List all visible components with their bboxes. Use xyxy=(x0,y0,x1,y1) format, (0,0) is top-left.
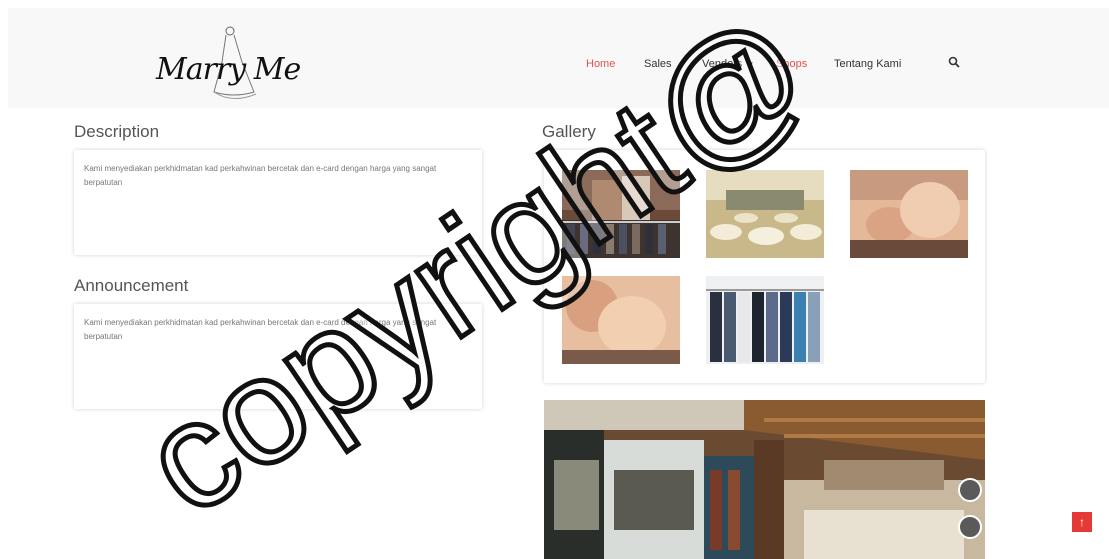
arrow-up-icon[interactable]: ↑ xyxy=(1072,512,1092,532)
gallery-thumb[interactable] xyxy=(850,170,968,258)
gallery-thumb[interactable] xyxy=(562,276,680,364)
gallery-thumb[interactable] xyxy=(706,170,824,258)
gallery-thumb[interactable] xyxy=(706,276,824,364)
panorama-viewer[interactable] xyxy=(544,400,985,559)
gallery-image xyxy=(850,170,968,258)
caret-down-icon: ▼ xyxy=(746,60,755,69)
nav-home[interactable]: Home xyxy=(586,58,615,70)
gallery-image xyxy=(706,170,824,258)
gallery-title: Gallery xyxy=(542,122,596,141)
panorama-image xyxy=(544,400,985,559)
description-card: Kami menyediakan perkhidmatan kad perkah… xyxy=(74,150,482,255)
search-icon[interactable] xyxy=(948,56,960,68)
gallery-image xyxy=(562,170,680,258)
nav-about[interactable]: Tentang Kami xyxy=(834,58,901,70)
logo-text: Marry Me xyxy=(156,52,301,87)
announcement-text: Kami menyediakan perkhidmatan kad perkah… xyxy=(84,318,437,341)
announcement-title: Announcement xyxy=(74,276,189,295)
vr-icon[interactable] xyxy=(958,515,982,539)
nav-vendors-label: Vendors xyxy=(702,58,743,70)
gallery-image xyxy=(562,276,680,364)
nav-vendors[interactable]: Vendors ▼ xyxy=(702,58,754,70)
nav-sales[interactable]: Sales xyxy=(644,58,672,70)
site-header: Marry Me Home Sales Vendors ▼ Shops Tenta… xyxy=(8,8,1109,108)
gallery-image xyxy=(706,276,824,364)
gallery-card xyxy=(544,150,985,383)
gallery-thumb[interactable] xyxy=(562,170,680,258)
description-title: Description xyxy=(74,122,160,141)
nav-shops[interactable]: Shops xyxy=(776,58,807,70)
fullscreen-icon[interactable] xyxy=(958,478,982,502)
description-text: Kami menyediakan perkhidmatan kad perkah… xyxy=(84,164,437,187)
announcement-card: Kami menyediakan perkhidmatan kad perkah… xyxy=(74,304,482,409)
logo[interactable]: Marry Me xyxy=(148,22,301,102)
